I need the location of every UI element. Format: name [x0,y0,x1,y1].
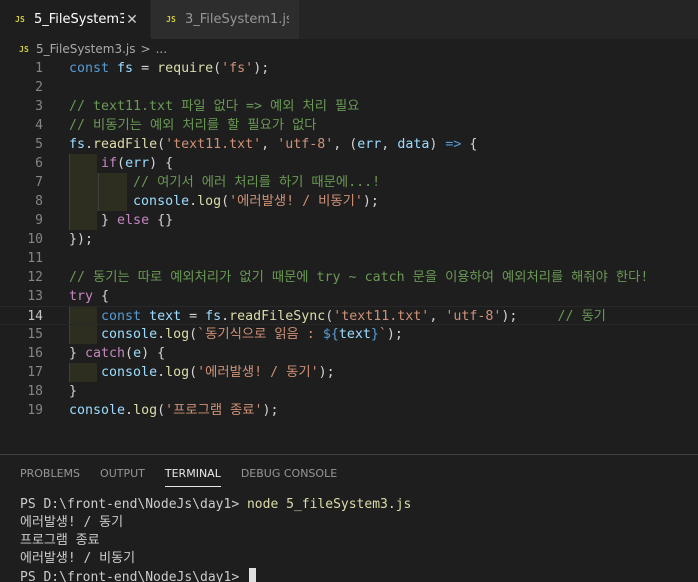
tab-5-filesystem3[interactable]: JS 5_FileSystem3.js ✕ [0,0,150,39]
line-number: 12 [27,270,43,285]
code-text: console.log('프로그램 종료'); [69,403,279,418]
code-line[interactable]: 18} [0,382,698,401]
code-text: // 동기는 따로 예외처리가 없기 때문에 try ~ catch 문을 이용… [69,270,649,285]
js-file-icon: JS [19,44,29,54]
code-line[interactable]: 7 // 여기서 에러 처리를 하기 때문에...! [0,173,698,192]
terminal-line: 에러발생! / 동기 [20,515,124,530]
close-icon[interactable]: ✕ [124,12,140,28]
line-number: 9 [35,213,43,228]
line-number: 14 [27,309,43,324]
line-number: 2 [35,80,43,95]
code-line[interactable]: 1 const fs = require('fs'); [0,59,698,78]
line-number: 7 [35,175,43,190]
terminal-output[interactable]: PS D:\front-end\NodeJs\day1> node 5_file… [20,496,411,582]
terminal-prompt: PS D:\front-end\NodeJs\day1> [20,570,247,582]
panel-tabs: PROBLEMS OUTPUT TERMINAL DEBUG CONSOLE [20,467,357,487]
bottom-panel: PROBLEMS OUTPUT TERMINAL DEBUG CONSOLE P… [0,454,698,582]
code-text: if(err) { [101,156,174,171]
tab-terminal[interactable]: TERMINAL [164,467,221,487]
terminal-line: PS D:\front-end\NodeJs\day1> node 5_file… [20,496,411,514]
code-line[interactable]: 10}); [0,230,698,249]
terminal-command: node 5_fileSystem3.js [246,497,412,512]
code-text: // 비동기는 예외 처리를 할 필요가 없다 [69,118,317,133]
code-line[interactable]: 8 console.log('에러발생! / 비동기'); [0,192,698,211]
code-text: }); [69,232,94,247]
line-number: 15 [27,327,43,342]
code-line[interactable]: 19 console.log('프로그램 종료'); [0,401,698,420]
code-text: console.log('에러발생! / 비동기'); [133,194,379,209]
tab-3-filesystem1[interactable]: JS 3_FileSystem1.js [150,0,299,39]
code-line[interactable]: 12 // 동기는 따로 예외처리가 없기 때문에 try ~ catch 문을 … [0,268,698,287]
breadcrumb: JS 5_FileSystem3.js > ... [0,39,698,59]
breadcrumb-file[interactable]: 5_FileSystem3.js [36,42,136,56]
line-number: 4 [35,118,43,133]
code-text: const text = fs.readFileSync('text11.txt… [101,309,606,324]
editor-tab-bar: JS 5_FileSystem3.js ✕ JS 3_FileSystem1.j… [0,0,698,39]
code-line[interactable]: 9 } else {} [0,211,698,230]
code-line[interactable]: 5 fs.readFile('text11.txt', 'utf-8', (err… [0,135,698,154]
code-line[interactable]: 15 console.log(`동기식으로 읽음 : ${text}`); [0,325,698,344]
line-number: 8 [35,194,43,209]
tab-output[interactable]: OUTPUT [100,467,145,487]
code-line[interactable]: 4 // 비동기는 예외 처리를 할 필요가 없다 [0,116,698,135]
terminal-line: 프로그램 종료 [20,533,100,548]
code-text: console.log('에러발생! / 동기'); [101,365,335,380]
code-line[interactable]: 13 try { [0,287,698,306]
terminal-line: PS D:\front-end\NodeJs\day1> [20,568,411,582]
line-number: 6 [35,156,43,171]
chevron-right-icon: > [140,42,151,56]
tab-debug-console[interactable]: DEBUG CONSOLE [241,467,337,487]
line-number: 17 [27,365,43,380]
code-line[interactable]: 16 } catch(e) { [0,344,698,363]
terminal-line: 에러발생! / 비동기 [20,551,136,566]
line-number: 5 [35,137,43,152]
code-text: console.log(`동기식으로 읽음 : ${text}`); [101,327,403,342]
line-number: 16 [27,346,43,361]
tab-label: 5_FileSystem3.js [34,12,124,27]
code-text: fs.readFile('text11.txt', 'utf-8', (err,… [69,137,478,152]
code-line[interactable]: 3 // text11.txt 파일 없다 => 예외 처리 필요 [0,97,698,116]
code-text: // text11.txt 파일 없다 => 예외 처리 필요 [69,99,360,114]
line-number: 19 [27,403,43,418]
tab-label: 3_FileSystem1.js [185,12,289,27]
js-file-icon: JS [166,15,176,24]
code-text: } catch(e) { [69,346,166,361]
terminal-cursor [248,568,256,582]
line-number: 18 [27,384,43,399]
breadcrumb-symbol[interactable]: ... [156,42,167,56]
line-number: 10 [27,232,43,247]
line-number: 1 [35,61,43,76]
terminal-prompt: PS D:\front-end\NodeJs\day1> [20,497,247,512]
code-text: const fs = require('fs'); [69,61,270,76]
code-text: // 여기서 에러 처리를 하기 때문에...! [133,175,381,190]
code-line[interactable]: 14 const text = fs.readFileSync('text11.… [0,306,698,325]
code-text: } [69,384,78,399]
code-editor[interactable]: 1 const fs = require('fs'); 2 3 // text11.tx… [0,59,698,454]
tab-problems[interactable]: PROBLEMS [20,467,80,487]
code-text: } else {} [69,213,174,228]
code-text: try { [69,289,110,304]
code-line[interactable]: 6 if(err) { [0,154,698,173]
line-number: 3 [35,99,43,114]
code-line[interactable]: 2 [0,78,698,97]
line-number: 11 [27,251,43,266]
code-line[interactable]: 11 [0,249,698,268]
code-line[interactable]: 17 console.log('에러발생! / 동기'); [0,363,698,382]
line-number: 13 [27,289,43,304]
js-file-icon: JS [15,15,25,24]
